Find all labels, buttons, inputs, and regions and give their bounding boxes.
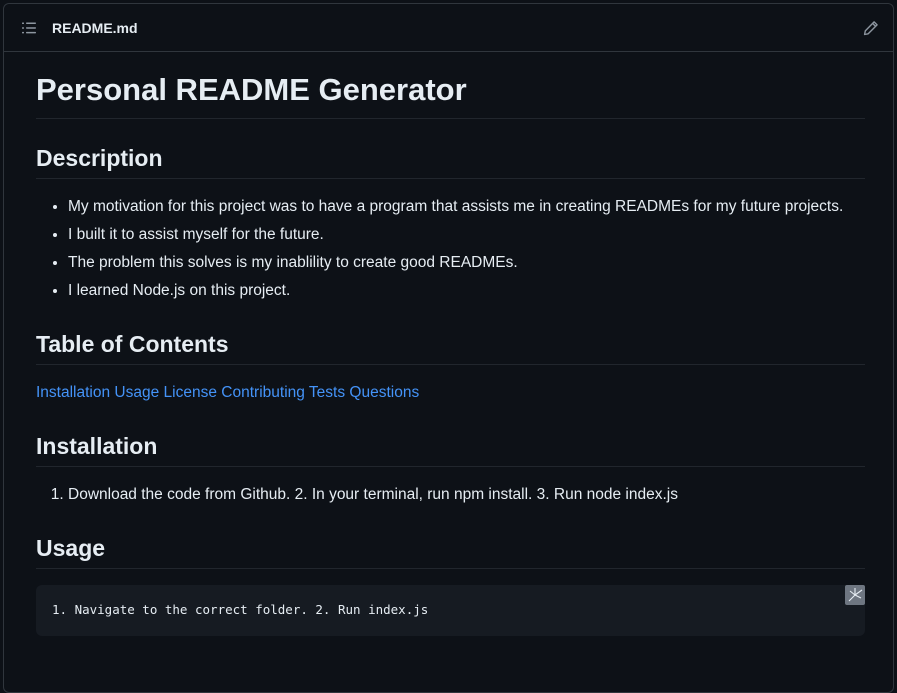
edit-file-button[interactable] <box>861 18 881 38</box>
file-name: README.md <box>52 19 138 36</box>
readme-file-panel: README.md Personal README Generator Desc… <box>3 3 894 693</box>
toc-link-tests[interactable]: Tests <box>309 384 345 401</box>
installation-heading: Installation <box>36 431 865 467</box>
list-item: Download the code from Github. 2. In you… <box>68 481 865 509</box>
toc-link-license[interactable]: License <box>164 384 217 401</box>
usage-code-block: 1. Navigate to the correct folder. 2. Ru… <box>36 585 865 636</box>
toc-link-installation[interactable]: Installation <box>36 384 110 401</box>
markdown-body: Personal README Generator Description My… <box>4 52 893 636</box>
copy-button[interactable] <box>845 585 865 605</box>
page-title: Personal README Generator <box>36 70 865 119</box>
code-text: 1. Navigate to the correct folder. 2. Ru… <box>52 602 429 617</box>
broken-image-icon <box>848 588 863 602</box>
usage-heading: Usage <box>36 533 865 569</box>
installation-list: Download the code from Github. 2. In you… <box>36 481 865 509</box>
pencil-icon <box>863 20 878 35</box>
toc-heading: Table of Contents <box>36 329 865 365</box>
toc-link-usage[interactable]: Usage <box>114 384 159 401</box>
list-item: I learned Node.js on this project. <box>68 277 865 305</box>
list-unordered-icon <box>22 22 36 33</box>
toc-link-questions[interactable]: Questions <box>349 384 419 401</box>
description-list: My motivation for this project was to ha… <box>36 193 865 305</box>
list-item: The problem this solves is my inablility… <box>68 249 865 277</box>
file-header: README.md <box>4 4 893 52</box>
description-heading: Description <box>36 143 865 179</box>
toc-links: Installation Usage License Contributing … <box>36 379 865 407</box>
toc-link-contributing[interactable]: Contributing <box>221 384 305 401</box>
list-item: My motivation for this project was to ha… <box>68 193 865 221</box>
outline-button[interactable] <box>20 19 38 37</box>
list-item: I built it to assist myself for the futu… <box>68 221 865 249</box>
